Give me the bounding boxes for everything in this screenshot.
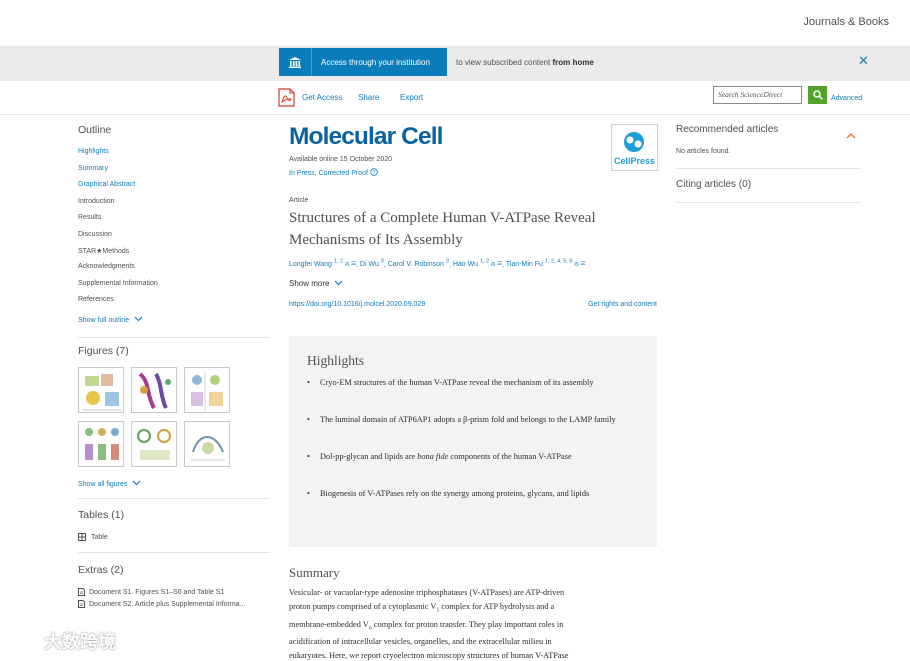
search-input[interactable]: Search ScienceDirect — [713, 86, 802, 104]
divider — [676, 202, 861, 203]
table-icon — [78, 533, 86, 541]
access-institution-button[interactable]: Access through your institution — [279, 48, 447, 76]
document-icon — [78, 588, 85, 596]
chevron-down-icon — [334, 280, 343, 286]
outline-item-discussion[interactable]: Discussion — [78, 231, 112, 238]
figure-thumbnail[interactable] — [184, 421, 230, 467]
watermark-logo: 大数跨境 — [6, 628, 116, 654]
document-icon — [78, 600, 85, 608]
chevron-up-icon[interactable] — [846, 126, 856, 144]
get-access-link[interactable]: Get Access — [302, 93, 342, 102]
extras-title: Extras (2) — [78, 564, 124, 576]
figure-thumbnail[interactable] — [131, 367, 177, 413]
divider — [78, 498, 270, 499]
author-link[interactable]: Hao Wu 1, 2 ⍝ ✉ — [453, 259, 503, 269]
highlight-item: The luminal domain of ATP6AP1 adopts a β… — [307, 413, 640, 427]
outline-item-summary[interactable]: Summary — [78, 165, 108, 172]
export-link[interactable]: Export — [400, 93, 423, 102]
highlight-item: Cryo-EM structures of the human V-ATPase… — [307, 376, 640, 390]
outline-item-graphical-abstract[interactable]: Graphical Abstract — [78, 181, 135, 188]
cellpress-logo-text: CellPress — [614, 156, 655, 166]
article-title: Structures of a Complete Human V-ATPase … — [289, 210, 596, 248]
access-institution-label: Access through your institution — [321, 57, 430, 67]
available-online: Available online 15 October 2020 — [289, 156, 393, 163]
outline-item-acknowledgments[interactable]: Acknowledgments — [78, 263, 135, 270]
article-toolbar: Get Access Share Export Search ScienceDi… — [0, 81, 910, 115]
author-link[interactable]: Longfei Wang 1, 2 ⍝ ✉ — [289, 259, 357, 269]
outline-item-introduction[interactable]: Introduction — [78, 198, 115, 205]
outline-item-references[interactable]: References — [78, 296, 114, 303]
summary-title: Summary — [289, 565, 340, 580]
access-banner-text: to view subscribed content from home — [456, 58, 594, 67]
share-link[interactable]: Share — [358, 93, 379, 102]
highlight-item: Biogenesis of V-ATPases rely on the syne… — [307, 487, 640, 501]
figures-title: Figures (7) — [78, 345, 129, 357]
svg-text:?: ? — [373, 170, 376, 176]
search-icon — [812, 90, 823, 100]
author-link[interactable]: Di Wu 3 — [360, 259, 384, 268]
search-button[interactable] — [808, 86, 827, 104]
cellpress-logo[interactable]: CellPress — [611, 124, 658, 171]
outline-item-highlights[interactable]: Highlights — [78, 148, 109, 155]
journals-books-link[interactable]: Journals & Books — [803, 16, 889, 28]
highlights-box: Highlights Cryo-EM structures of the hum… — [289, 336, 657, 547]
person-mail-icon: ⍝ ✉ — [345, 261, 357, 269]
chevron-down-icon — [134, 316, 143, 322]
top-bar: Journals & Books — [0, 0, 910, 46]
figure-thumbnail[interactable] — [78, 367, 124, 413]
access-banner: Access through your institution to view … — [0, 46, 910, 81]
close-icon[interactable]: ✕ — [858, 53, 869, 69]
figure-thumbnail[interactable] — [184, 367, 230, 413]
outline-item-star-methods[interactable]: STAR★Methods — [78, 247, 129, 255]
advanced-search-link[interactable]: Advanced — [831, 95, 862, 102]
author-list: Longfei Wang 1, 2 ⍝ ✉, Di Wu 3, Carol V.… — [289, 259, 586, 269]
summary-text: Vesicular- or vacuolar-type adenosine tr… — [289, 588, 569, 661]
show-more-button[interactable]: Show more — [289, 279, 343, 288]
institution-icon — [279, 48, 312, 76]
person-mail-icon: ⍝ ✉ — [574, 261, 586, 269]
tables-title: Tables (1) — [78, 509, 125, 521]
get-rights-link[interactable]: Get rights and content — [588, 301, 657, 308]
citing-articles-title[interactable]: Citing articles (0) — [676, 179, 751, 190]
outline-title: Outline — [78, 124, 112, 136]
recommended-articles-title[interactable]: Recommended articles — [676, 124, 778, 135]
pdf-icon — [278, 88, 295, 112]
figure-thumbnail[interactable] — [131, 421, 177, 467]
extra-document-s1[interactable]: Document S1. Figures S1–S6 and Table S1 — [78, 588, 224, 596]
no-articles-message: No articles found. — [676, 148, 731, 155]
in-press-status-link[interactable]: In Press, Corrected Proof ? — [289, 168, 378, 177]
chevron-down-icon — [132, 480, 141, 486]
divider — [78, 552, 270, 553]
highlights-title: Highlights — [307, 353, 365, 368]
doi-link[interactable]: https://doi.org/10.1016/j.molcel.2020.09… — [289, 301, 425, 308]
show-all-figures-button[interactable]: Show all figures — [78, 480, 141, 488]
table-item[interactable]: Table — [78, 533, 108, 541]
divider — [676, 168, 861, 169]
show-full-outline-button[interactable]: Show full outline — [78, 316, 143, 324]
article-type: Article — [289, 197, 309, 204]
journal-title-link[interactable]: Molecular Cell — [289, 123, 443, 151]
author-link[interactable]: Carol V. Robinson 3 — [388, 259, 449, 268]
info-icon: ? — [370, 168, 378, 176]
highlight-item: Dol-pp-glycan and lipids are bona fide c… — [307, 450, 640, 464]
figure-thumbnail[interactable] — [78, 421, 124, 467]
person-mail-icon: ⍝ ✉ — [491, 261, 503, 269]
author-link[interactable]: Tian-Min Fu 1, 2, 4, 5, 6 ⍝ ✉ — [506, 259, 586, 269]
outline-item-supplemental[interactable]: Supplemental Information — [78, 280, 158, 287]
extra-document-s2[interactable]: Document S2. Article plus Supplemental I… — [78, 600, 245, 608]
outline-item-results[interactable]: Results — [78, 214, 101, 221]
divider — [78, 337, 270, 338]
watermark-icon — [7, 632, 40, 649]
